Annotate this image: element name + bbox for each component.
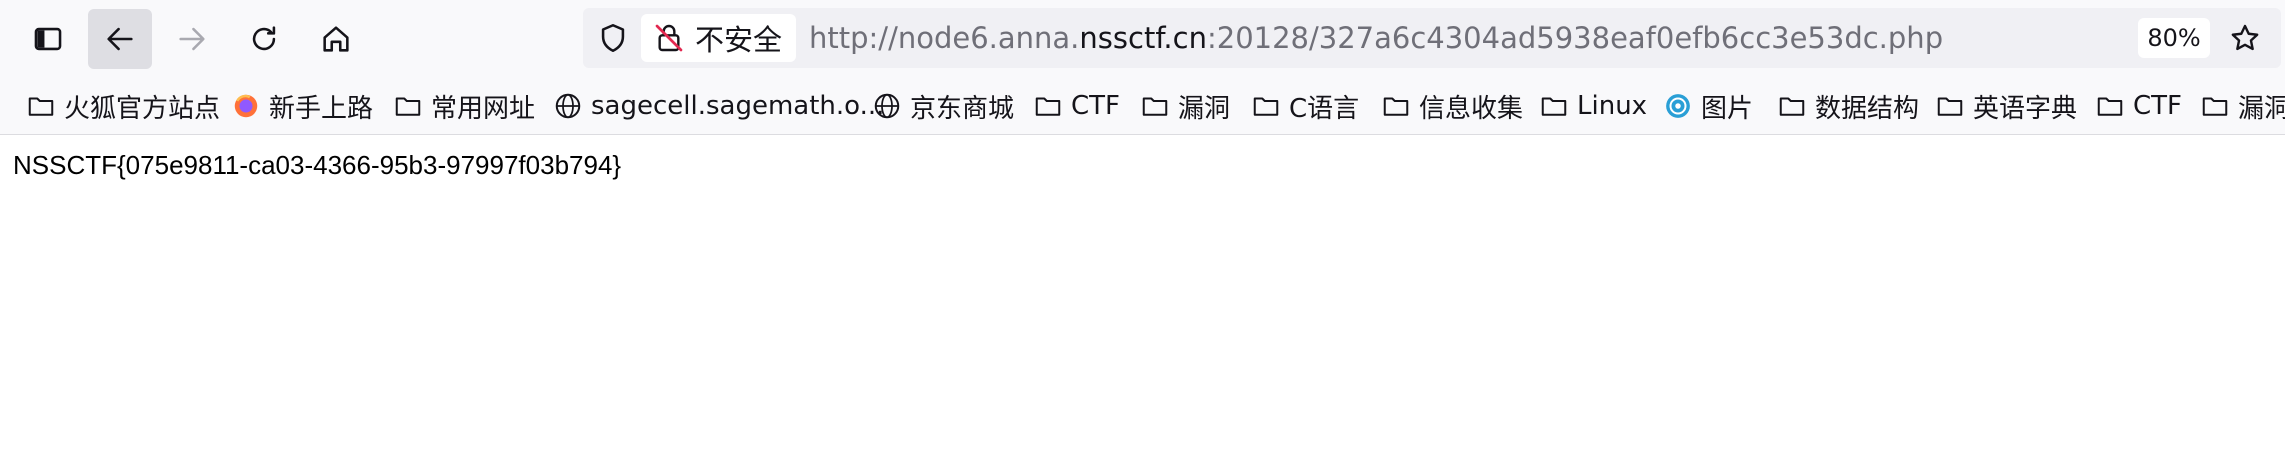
folder-icon [1779,97,1805,116]
folder-icon [1035,97,1061,116]
reload-icon [252,26,276,51]
bookmark-label: 火狐官方站点 [64,93,221,124]
back-button[interactable] [88,9,152,69]
bookmark-label: Linux [1577,91,1648,121]
firefox-icon [234,94,258,118]
bookmark-folder[interactable]: Linux [1539,86,1647,126]
bookmark-label: CTF [1071,91,1120,121]
forward-button[interactable] [160,9,224,69]
sidebar-icon [34,27,62,51]
folder-icon [1253,97,1279,116]
bookmark-label: 信息收集 [1419,93,1524,124]
tracking-protection-button[interactable] [593,18,633,58]
star-icon [2231,24,2259,51]
bookmark-folder[interactable]: 英语字典 [1935,86,2077,126]
folder-icon [1541,97,1567,116]
bookmark-link[interactable]: sagecell.sagemath.o... [553,86,884,126]
bookmark-label: 数据结构 [1815,93,1920,124]
bookmark-label: 图片 [1701,93,1754,124]
insecure-lock-icon [655,24,683,52]
bookmark-folder[interactable]: 火狐官方站点 [26,86,220,126]
bookmarks-toolbar: 火狐官方站点 新手上路 常用网址 sagecell.sagemath.o... … [0,78,2285,135]
bookmark-link[interactable]: 京东商城 [872,86,1014,126]
globe-icon [874,93,900,119]
bookmark-folder[interactable]: 信息收集 [1381,86,1523,126]
bookmark-label: 京东商城 [910,93,1015,124]
bookmark-folder[interactable]: 数据结构 [1777,86,1919,126]
page-body-text: NSSCTF{075e9811-ca03-4366-95b3-97997f03b… [13,150,622,180]
folder-icon [2097,97,2123,116]
globe-icon [555,93,581,119]
bookmark-folder[interactable]: CTF [2095,86,2182,126]
reload-button[interactable] [232,9,296,69]
folder-icon [2202,97,2228,116]
home-icon [323,26,349,52]
bookmark-link[interactable]: 新手上路 [231,86,373,126]
url-prefix: http://node6.anna. [809,21,1080,55]
folder-icon [395,97,421,116]
security-label: 不安全 [695,23,783,57]
url-suffix: :20128/327a6c4304ad5938eaf0efb6cc3e53dc.… [1206,21,1944,55]
bookmark-label: 新手上路 [269,93,374,124]
zoom-indicator[interactable]: 80% [2138,18,2210,58]
bookmark-label: 漏洞 [1178,93,1231,124]
folder-icon [28,97,54,116]
back-arrow-icon [107,27,133,51]
shield-icon [601,23,625,53]
browser-toolbar: 不安全 http://node6.anna.nssctf.cn:20128/32… [0,0,2285,78]
bookmark-folder[interactable]: CTF [1033,86,1120,126]
forward-arrow-icon [179,27,205,51]
bookmark-folder[interactable]: 漏洞 [1140,86,1230,126]
bookmark-label: C语言 [1289,93,1360,124]
bookmark-label: 常用网址 [431,93,536,124]
folder-icon [1383,97,1409,116]
url-host: nssctf.cn [1079,21,1207,55]
bookmark-label: 漏洞 [2238,93,2285,124]
image-site-icon [1666,94,1690,118]
home-button[interactable] [304,9,368,69]
folder-icon [1142,97,1168,116]
bookmark-folder[interactable]: C语言 [1251,86,1359,126]
bookmark-folder[interactable]: 漏洞 [2200,86,2285,126]
bookmark-page-button[interactable] [2225,18,2265,58]
sidebar-button[interactable] [16,9,80,69]
bookmark-folder[interactable]: 常用网址 [393,86,535,126]
folder-icon [1937,97,1963,116]
bookmark-label: CTF [2133,91,2182,121]
site-security-indicator[interactable]: 不安全 [641,14,797,62]
bookmark-label: 英语字典 [1973,93,2078,124]
bookmark-link[interactable]: 图片 [1663,86,1753,126]
bookmark-label: sagecell.sagemath.o... [591,91,885,121]
address-bar[interactable]: 不安全 http://node6.anna.nssctf.cn:20128/32… [583,8,2281,68]
url-text[interactable]: http://node6.anna.nssctf.cn:20128/327a6c… [809,8,1943,68]
